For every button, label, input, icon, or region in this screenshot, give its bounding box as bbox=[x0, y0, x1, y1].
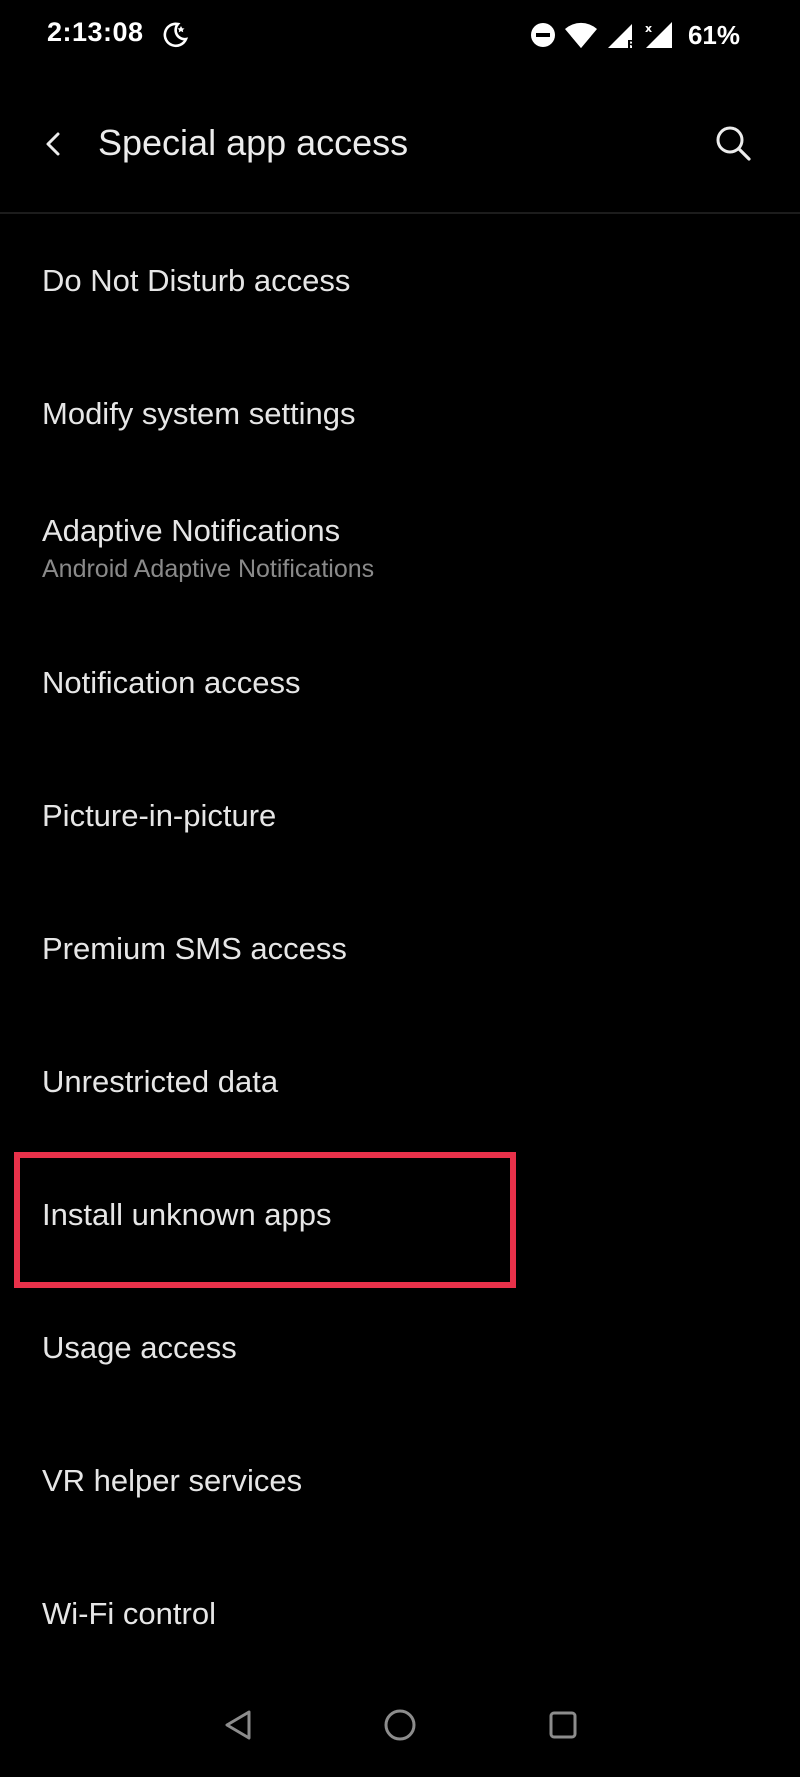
item-title: Usage access bbox=[42, 1329, 237, 1365]
item-title: Adaptive Notifications bbox=[42, 513, 341, 548]
list-item-unrestricted-data[interactable]: Unrestricted data bbox=[0, 1015, 800, 1148]
svg-text:R: R bbox=[627, 38, 636, 50]
signal-x-icon: x bbox=[644, 20, 674, 50]
signal-r-icon: R bbox=[606, 20, 636, 50]
circle-home-icon bbox=[384, 1709, 416, 1741]
wifi-icon bbox=[564, 21, 598, 49]
list-item-notification-access[interactable]: Notification access bbox=[0, 616, 800, 749]
list-item-adaptive-notifications[interactable]: Adaptive Notifications Android Adaptive … bbox=[0, 480, 800, 616]
list-item-install-unknown-apps[interactable]: Install unknown apps bbox=[0, 1148, 800, 1288]
triangle-back-icon bbox=[225, 1710, 251, 1740]
nav-back-button[interactable] bbox=[213, 1700, 263, 1750]
list-item-do-not-disturb-access[interactable]: Do Not Disturb access bbox=[0, 214, 800, 347]
moon-icon bbox=[160, 20, 190, 50]
item-title: Do Not Disturb access bbox=[42, 262, 351, 298]
search-button[interactable] bbox=[708, 118, 758, 168]
nav-bar bbox=[0, 1690, 800, 1760]
list-item-picture-in-picture[interactable]: Picture-in-picture bbox=[0, 749, 800, 882]
item-subtitle: Android Adaptive Notifications bbox=[42, 555, 375, 583]
nav-recents-button[interactable] bbox=[538, 1700, 588, 1750]
search-icon bbox=[716, 126, 751, 161]
svg-text:x: x bbox=[645, 22, 652, 35]
dnd-icon bbox=[530, 22, 556, 48]
item-title: VR helper services bbox=[42, 1462, 303, 1498]
item-title: Install unknown apps bbox=[42, 1196, 332, 1232]
item-title: Premium SMS access bbox=[42, 930, 347, 966]
page-title: Special app access bbox=[98, 122, 409, 163]
item-title: Modify system settings bbox=[42, 395, 356, 431]
list-item-usage-access[interactable]: Usage access bbox=[0, 1281, 800, 1414]
settings-list: Do Not Disturb access Modify system sett… bbox=[0, 214, 800, 1680]
chevron-left-icon bbox=[46, 132, 60, 156]
item-title: Wi-Fi control bbox=[42, 1595, 216, 1631]
back-button[interactable] bbox=[30, 120, 78, 168]
item-title: Notification access bbox=[42, 664, 301, 700]
square-recents-icon bbox=[549, 1711, 577, 1739]
list-item-modify-system-settings[interactable]: Modify system settings bbox=[0, 347, 800, 480]
item-title: Picture-in-picture bbox=[42, 797, 277, 833]
item-title: Unrestricted data bbox=[42, 1063, 279, 1099]
list-item-vr-helper-services[interactable]: VR helper services bbox=[0, 1414, 800, 1547]
list-item-premium-sms-access[interactable]: Premium SMS access bbox=[0, 882, 800, 1015]
status-icons: R x 61% bbox=[530, 18, 740, 52]
list-item-wi-fi-control[interactable]: Wi-Fi control bbox=[0, 1547, 800, 1680]
app-bar: Special app access bbox=[0, 70, 800, 214]
status-time: 2:13:08 bbox=[47, 17, 144, 47]
status-bar: 2:13:08 R x 61% bbox=[0, 0, 800, 70]
nav-home-button[interactable] bbox=[375, 1700, 425, 1750]
battery-percentage: 61% bbox=[687, 19, 740, 50]
